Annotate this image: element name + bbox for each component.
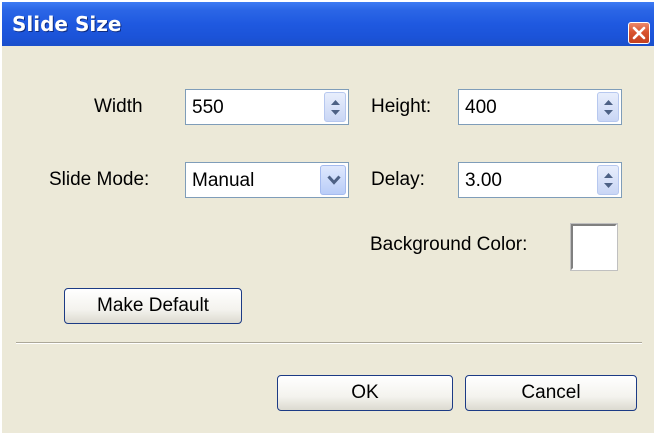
width-field[interactable]: 550 [185,89,349,125]
close-icon [632,26,646,40]
close-button[interactable] [628,22,650,44]
divider [16,342,642,344]
height-label: Height: [371,96,432,117]
spinner-arrows-icon [604,100,613,115]
dialog-title: Slide Size [12,12,122,36]
delay-field[interactable]: 3.00 [458,162,622,198]
make-default-button[interactable]: Make Default [64,288,242,324]
background-color-label: Background Color: [370,234,528,255]
ok-button[interactable]: OK [277,375,453,411]
spinner-arrows-icon [604,173,613,188]
slide-mode-value: Manual [192,170,255,191]
chevron-down-icon [327,175,341,185]
width-label: Width [94,96,143,117]
slide-size-dialog: Slide Size Width 550 Height: 400 Slide M… [0,0,654,433]
cancel-button[interactable]: Cancel [465,375,637,411]
height-value: 400 [465,97,497,118]
delay-value: 3.00 [465,170,502,191]
delay-spinner[interactable] [597,165,619,195]
background-color-swatch[interactable] [570,223,618,271]
height-field[interactable]: 400 [458,89,622,125]
delay-label: Delay: [371,169,425,190]
width-spinner[interactable] [324,92,346,122]
spinner-arrows-icon [331,100,340,115]
height-spinner[interactable] [597,92,619,122]
title-bar[interactable]: Slide Size [2,2,654,46]
slide-mode-label: Slide Mode: [49,169,150,190]
slide-mode-select[interactable]: Manual [185,162,349,198]
slide-mode-dropdown-button[interactable] [320,165,346,195]
width-value: 550 [192,97,224,118]
